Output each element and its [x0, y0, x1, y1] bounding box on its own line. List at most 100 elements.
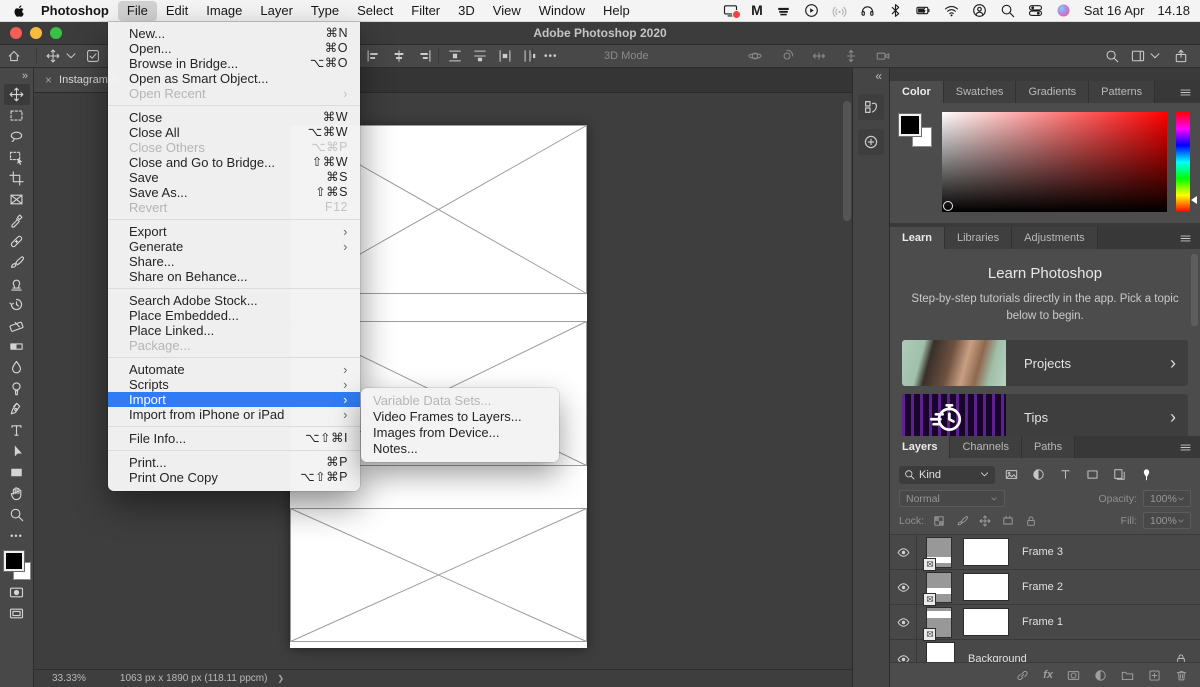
type-tool[interactable] — [4, 420, 30, 441]
move-tool[interactable] — [4, 84, 30, 105]
file-menu-item-place-embedded[interactable]: Place Embedded... — [108, 308, 360, 323]
file-menu-item-automate[interactable]: Automate› — [108, 362, 360, 377]
tab-swatches[interactable]: Swatches — [944, 81, 1017, 103]
distribute-horizontal-icon[interactable] — [523, 49, 537, 63]
hand-tool[interactable] — [4, 483, 30, 504]
frame-thumbnail[interactable] — [926, 572, 952, 603]
file-menu-item-scripts[interactable]: Scripts› — [108, 377, 360, 392]
layer-row-frame-3[interactable]: Frame 3 — [890, 535, 1200, 570]
frame-thumbnail[interactable] — [926, 537, 952, 568]
history-brush-tool[interactable] — [4, 294, 30, 315]
toolbar-collapse-icon[interactable]: » — [22, 70, 28, 82]
file-menu-item-place-linked[interactable]: Place Linked... — [108, 323, 360, 338]
eraser-tool[interactable] — [4, 315, 30, 336]
layer-visibility-toggle[interactable] — [890, 570, 917, 604]
3d-camera-icon[interactable] — [876, 49, 890, 63]
expand-dock-icon[interactable]: « — [875, 69, 882, 83]
brush-tool[interactable] — [4, 252, 30, 273]
layer-row-background[interactable]: Background — [890, 640, 1200, 662]
menubar-clock[interactable]: 14.18 — [1157, 3, 1190, 18]
file-menu-item-share[interactable]: Share... — [108, 254, 360, 269]
zoom-tool[interactable] — [4, 504, 30, 525]
menubar-menu-select[interactable]: Select — [348, 1, 402, 21]
layer-filter-kind-select[interactable]: Kind — [899, 466, 995, 484]
file-menu-item-open-recent[interactable]: Open Recent› — [108, 86, 360, 101]
import-submenu-item-video-frames-to-layers[interactable]: Video Frames to Layers... — [361, 409, 559, 425]
lock-transparent-pixels-icon[interactable] — [930, 513, 947, 529]
zoom-window-button[interactable] — [50, 27, 62, 39]
layer-thumbnail[interactable] — [926, 642, 955, 663]
filter-type-layers-icon[interactable] — [1055, 466, 1076, 484]
import-submenu-item-variable-data-sets[interactable]: Variable Data Sets... — [361, 393, 559, 409]
file-menu-item-close-and-go-to-bridge[interactable]: Close and Go to Bridge...⇧⌘W — [108, 155, 360, 170]
account-icon[interactable] — [972, 3, 987, 18]
tab-learn[interactable]: Learn — [890, 227, 945, 249]
control-center-icon[interactable] — [1028, 3, 1043, 18]
hue-slider[interactable] — [1176, 112, 1190, 212]
siri-icon[interactable] — [1056, 3, 1071, 18]
file-menu-item-open[interactable]: Open...⌘O — [108, 41, 360, 56]
layer-visibility-toggle[interactable] — [890, 535, 917, 569]
panel-menu-icon[interactable] — [1179, 436, 1200, 458]
spotlight-icon[interactable] — [1000, 3, 1015, 18]
file-menu-item-open-as-smart-object[interactable]: Open as Smart Object... — [108, 71, 360, 86]
tab-gradients[interactable]: Gradients — [1016, 81, 1089, 103]
menubar-menu-type[interactable]: Type — [302, 1, 348, 21]
blend-mode-select[interactable]: Normal — [899, 490, 1005, 507]
home-icon[interactable] — [7, 49, 21, 63]
menubar-menu-3d[interactable]: 3D — [449, 1, 484, 21]
file-menu-item-share-on-behance[interactable]: Share on Behance... — [108, 269, 360, 284]
healing-brush-tool[interactable] — [4, 231, 30, 252]
distribute-vertical-icon[interactable] — [473, 49, 487, 63]
auto-select-checkbox[interactable] — [86, 49, 100, 63]
file-menu-item-package[interactable]: Package... — [108, 338, 360, 353]
close-window-button[interactable] — [10, 27, 22, 39]
stack-icon[interactable] — [776, 3, 791, 18]
network-dim-icon[interactable] — [832, 3, 847, 18]
layer-name[interactable]: Frame 2 — [1022, 581, 1063, 593]
layer-visibility-toggle[interactable] — [890, 605, 917, 639]
edit-toolbar-icon[interactable]: ••• — [4, 525, 30, 546]
opacity-field[interactable]: 100% — [1143, 490, 1191, 507]
tab-color[interactable]: Color — [890, 81, 944, 103]
pen-tool[interactable] — [4, 399, 30, 420]
bluetooth-icon[interactable] — [888, 3, 903, 18]
path-selection-tool[interactable] — [4, 441, 30, 462]
file-menu-item-close-others[interactable]: Close Others⌥⌘P — [108, 140, 360, 155]
canvas-vertical-scrollbar[interactable] — [843, 101, 851, 661]
crop-tool[interactable] — [4, 168, 30, 189]
collapsed-panel-icon-2[interactable] — [858, 129, 884, 155]
file-menu-item-save[interactable]: Save⌘S — [108, 170, 360, 185]
menubar-menu-layer[interactable]: Layer — [251, 1, 302, 21]
menubar-menu-image[interactable]: Image — [197, 1, 251, 21]
foreground-color-swatch[interactable] — [899, 114, 921, 136]
import-submenu-item-images-from-device[interactable]: Images from Device... — [361, 425, 559, 441]
align-left-icon[interactable] — [366, 49, 380, 63]
3d-roll-icon[interactable] — [780, 49, 794, 63]
tab-libraries[interactable]: Libraries — [945, 227, 1012, 249]
tab-paths[interactable]: Paths — [1022, 436, 1075, 458]
layer-content-thumbnail[interactable] — [963, 538, 1009, 566]
new-layer-icon[interactable] — [1148, 669, 1161, 682]
collapsed-panel-icon-1[interactable] — [858, 94, 884, 120]
layer-name[interactable]: Frame 1 — [1022, 616, 1063, 628]
new-group-icon[interactable] — [1121, 669, 1134, 682]
tab-channels[interactable]: Channels — [950, 436, 1021, 458]
delete-layer-icon[interactable] — [1175, 669, 1188, 682]
distribute-left-icon[interactable] — [498, 49, 512, 63]
close-document-icon[interactable]: × — [45, 73, 52, 87]
menubar-menu-help[interactable]: Help — [594, 1, 639, 21]
file-menu-item-file-info[interactable]: File Info...⌥⇧⌘I — [108, 431, 360, 446]
layer-filtering-toggle-icon[interactable] — [1136, 466, 1157, 484]
menubar-menu-window[interactable]: Window — [530, 1, 594, 21]
play-circle-icon[interactable] — [804, 3, 819, 18]
layer-style-fx-icon[interactable]: fx — [1043, 669, 1053, 681]
layer-visibility-toggle[interactable] — [890, 640, 917, 662]
file-menu-item-save-as[interactable]: Save As...⇧⌘S — [108, 185, 360, 200]
filter-shape-layers-icon[interactable] — [1082, 466, 1103, 484]
menubar-menu-photoshop[interactable]: Photoshop — [32, 1, 118, 21]
file-menu-item-close[interactable]: Close⌘W — [108, 110, 360, 125]
lock-all-icon[interactable] — [1022, 513, 1039, 529]
menubar-date[interactable]: Sat 16 Apr — [1084, 3, 1145, 18]
marquee-tool[interactable] — [4, 105, 30, 126]
